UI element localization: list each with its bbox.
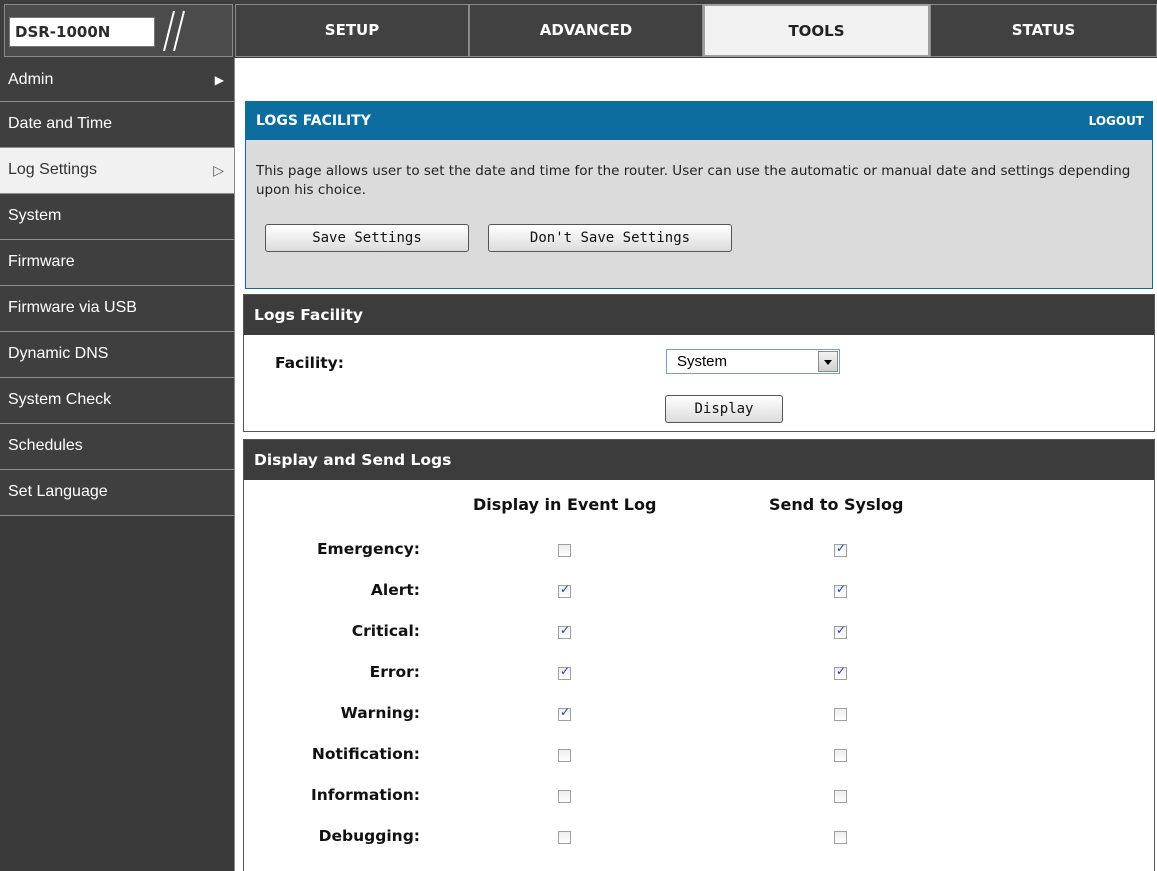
intro-header: LOGS FACILITY LOGOUT <box>246 102 1152 140</box>
panel-header: Logs Facility <box>244 295 1154 335</box>
sidebar-item-system[interactable]: System <box>0 194 234 240</box>
logs-facility-panel: Logs Facility Facility: System Display <box>243 294 1155 432</box>
display-in-event-log-checkbox[interactable] <box>558 544 571 557</box>
sidebar-item-label: Set Language <box>8 483 108 500</box>
sidebar-item-firmware[interactable]: Firmware <box>0 240 234 286</box>
display-send-logs-panel: Display and Send Logs Display in Event L… <box>243 439 1155 871</box>
sidebar-item-label: Dynamic DNS <box>8 345 109 362</box>
display-in-event-log-checkbox[interactable] <box>558 831 571 844</box>
sidebar-item-date-and-time[interactable]: Date and Time <box>0 102 234 148</box>
column-header-display: Display in Event Log <box>473 495 657 514</box>
sidebar-item-label: Firmware via USB <box>8 299 137 316</box>
sidebar-item-system-check[interactable]: System Check <box>0 378 234 424</box>
send-to-syslog-checkbox[interactable] <box>834 664 847 680</box>
tab-advanced[interactable]: ADVANCED <box>469 4 703 57</box>
tab-tools[interactable]: TOOLS <box>703 4 930 57</box>
log-level-label: Notification: <box>311 745 420 763</box>
send-to-syslog-checkbox[interactable] <box>834 708 847 721</box>
send-to-syslog-checkbox[interactable] <box>834 582 847 598</box>
sidebar-item-log-settings[interactable]: Log Settings ▷ <box>0 148 234 194</box>
display-in-event-log-checkbox[interactable] <box>558 664 571 680</box>
sidebar-item-dynamic-dns[interactable]: Dynamic DNS <box>0 332 234 378</box>
dont-save-settings-button[interactable]: Don't Save Settings <box>488 224 732 252</box>
page-title: LOGS FACILITY <box>256 113 371 129</box>
model-name: DSR-1000N <box>9 17 155 47</box>
triangle-right-outline-icon: ▷ <box>213 162 224 178</box>
sidebar-item-firmware-via-usb[interactable]: Firmware via USB <box>0 286 234 332</box>
log-level-label: Alert: <box>370 581 420 599</box>
sidebar-item-label: Log Settings <box>8 161 97 178</box>
logout-link[interactable]: LOGOUT <box>1089 102 1144 140</box>
page-description: This page allows user to set the date an… <box>256 163 1131 198</box>
facility-label: Facility: <box>275 354 344 372</box>
send-to-syslog-checkbox[interactable] <box>834 623 847 639</box>
column-header-syslog: Send to Syslog <box>769 495 904 514</box>
tab-status[interactable]: STATUS <box>930 4 1157 57</box>
top-nav-bar: DSR-1000N SETUP ADVANCED TOOLS STATUS <box>0 0 1157 58</box>
slash-decoration-icon <box>163 10 185 52</box>
display-in-event-log-checkbox[interactable] <box>558 623 571 639</box>
facility-select[interactable]: System <box>666 349 840 374</box>
intro-panel: LOGS FACILITY LOGOUT This page allows us… <box>245 101 1153 289</box>
save-settings-button[interactable]: Save Settings <box>265 224 469 252</box>
send-to-syslog-checkbox[interactable] <box>834 541 847 557</box>
display-in-event-log-checkbox[interactable] <box>558 790 571 803</box>
sidebar-item-schedules[interactable]: Schedules <box>0 424 234 470</box>
log-level-label: Critical: <box>351 622 420 640</box>
log-level-label: Information: <box>310 786 420 804</box>
sidebar-item-label: System Check <box>8 391 112 408</box>
sidebar-item-label: System <box>8 207 62 224</box>
send-to-syslog-checkbox[interactable] <box>834 790 847 803</box>
display-in-event-log-checkbox[interactable] <box>558 705 571 721</box>
log-level-label: Debugging: <box>318 827 420 845</box>
facility-selected-value: System <box>677 353 728 370</box>
tab-setup[interactable]: SETUP <box>235 4 469 57</box>
display-in-event-log-checkbox[interactable] <box>558 749 571 762</box>
sidebar-item-label: Admin <box>8 71 54 88</box>
sidebar-item-label: Schedules <box>8 437 83 454</box>
sidebar-item-set-language[interactable]: Set Language <box>0 470 234 516</box>
send-to-syslog-checkbox[interactable] <box>834 749 847 762</box>
sidebar-item-label: Firmware <box>8 253 75 270</box>
display-in-event-log-checkbox[interactable] <box>558 582 571 598</box>
sidebar: Admin ▶ Date and Time Log Settings ▷ Sys… <box>0 58 235 871</box>
model-brand-area: DSR-1000N <box>4 4 233 57</box>
sidebar-item-admin[interactable]: Admin ▶ <box>0 58 234 102</box>
panel-header: Display and Send Logs <box>244 440 1154 480</box>
triangle-right-icon: ▶ <box>214 73 224 87</box>
display-button[interactable]: Display <box>665 395 783 423</box>
log-level-label: Emergency: <box>316 540 420 558</box>
sidebar-item-label: Date and Time <box>8 115 113 132</box>
send-to-syslog-checkbox[interactable] <box>834 831 847 844</box>
chevron-down-icon[interactable] <box>818 351 838 372</box>
log-level-label: Error: <box>369 663 420 681</box>
log-level-label: Warning: <box>340 704 420 722</box>
